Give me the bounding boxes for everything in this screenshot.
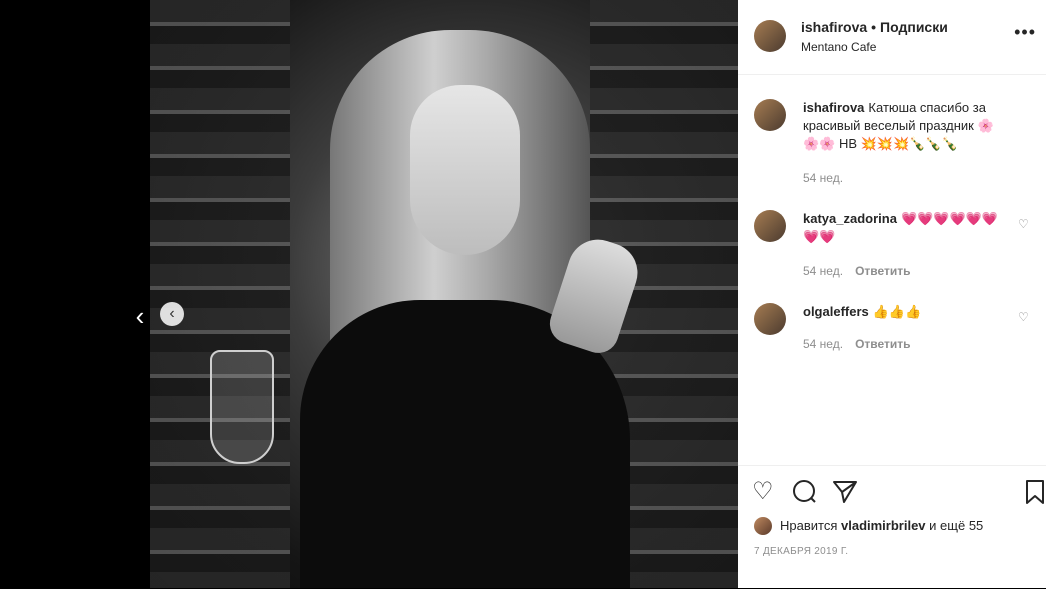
comment-time[interactable]: 54 нед.	[803, 337, 843, 351]
comment-body: olgaleffers 👍👍👍	[803, 303, 1008, 321]
more-horizontal-icon[interactable]: •••	[1014, 22, 1036, 43]
comment-meta: 54 нед. Ответить	[803, 337, 911, 351]
header-user-line: ishafirova • Подписки	[801, 19, 948, 35]
likes-user[interactable]: vladimirbrilev	[841, 518, 926, 533]
post-header: ishafirova • Подписки Mentano Cafe •••	[738, 0, 1046, 75]
share-icon[interactable]	[832, 479, 858, 505]
comment-body: katya_zadorina 💗💗💗💗💗💗💗💗	[803, 210, 1008, 246]
comment-meta: 54 нед.	[803, 171, 843, 185]
comments-list: ishafirova Катюша спасибо за красивый вес…	[738, 75, 1046, 465]
prev-slide-button[interactable]: ‹	[160, 302, 184, 326]
avatar[interactable]	[754, 210, 786, 242]
location-link[interactable]: Mentano Cafe	[801, 40, 876, 54]
likes-suffix[interactable]: и ещё 55	[929, 518, 983, 533]
comment-icon[interactable]	[792, 479, 818, 505]
heart-icon[interactable]: ♡	[752, 479, 778, 505]
comment-time[interactable]: 54 нед.	[803, 264, 843, 278]
comment-body: ishafirova Катюша спасибо за красивый вес…	[803, 99, 1008, 153]
comment-meta: 54 нед. Ответить	[803, 264, 911, 278]
comment-time[interactable]: 54 нед.	[803, 171, 843, 185]
username-link[interactable]: ishafirova	[801, 19, 867, 35]
bookmark-icon[interactable]	[1024, 479, 1046, 505]
prev-arrow-icon[interactable]: ‹	[128, 302, 152, 330]
post-side-panel: ishafirova • Подписки Mentano Cafe ••• ish…	[738, 0, 1046, 588]
comment-username[interactable]: ishafirova	[803, 100, 864, 115]
follow-button[interactable]: Подписки	[880, 19, 948, 35]
likes-prefix: Нравится	[780, 518, 838, 533]
comment-username[interactable]: olgaleffers	[803, 304, 869, 319]
comment-item: olgaleffers 👍👍👍 54 нед. Ответить ♡	[738, 303, 1046, 363]
avatar[interactable]	[754, 303, 786, 335]
post-date[interactable]: 7 ДЕКАБРЯ 2019 Г.	[754, 546, 848, 557]
comment-item: katya_zadorina 💗💗💗💗💗💗💗💗 54 нед. Ответить ♡	[738, 210, 1046, 280]
comment-username[interactable]: katya_zadorina	[803, 211, 897, 226]
comment-heart-icon[interactable]: ♡	[1018, 218, 1030, 230]
comment-heart-icon[interactable]: ♡	[1018, 311, 1030, 323]
reply-button[interactable]: Ответить	[855, 337, 910, 351]
post-photo[interactable]	[150, 0, 738, 588]
avatar[interactable]	[754, 20, 786, 52]
separator-dot: •	[871, 19, 877, 35]
post-actions: ♡ Нравится vladimirbrilev и ещё 55 7 ДЕК…	[738, 465, 1046, 589]
avatar[interactable]	[754, 517, 772, 535]
wine-shelf-left	[150, 0, 290, 588]
likes-text[interactable]: Нравится vladimirbrilev и ещё 55	[780, 518, 983, 533]
post-media: ‹ ‹	[0, 0, 738, 588]
reply-button[interactable]: Ответить	[855, 264, 910, 278]
figure-face	[410, 85, 520, 255]
avatar[interactable]	[754, 99, 786, 131]
comment-text: 👍👍👍	[872, 304, 922, 319]
wine-glass	[210, 350, 274, 464]
comment-item: ishafirova Катюша спасибо за красивый вес…	[738, 97, 1046, 197]
